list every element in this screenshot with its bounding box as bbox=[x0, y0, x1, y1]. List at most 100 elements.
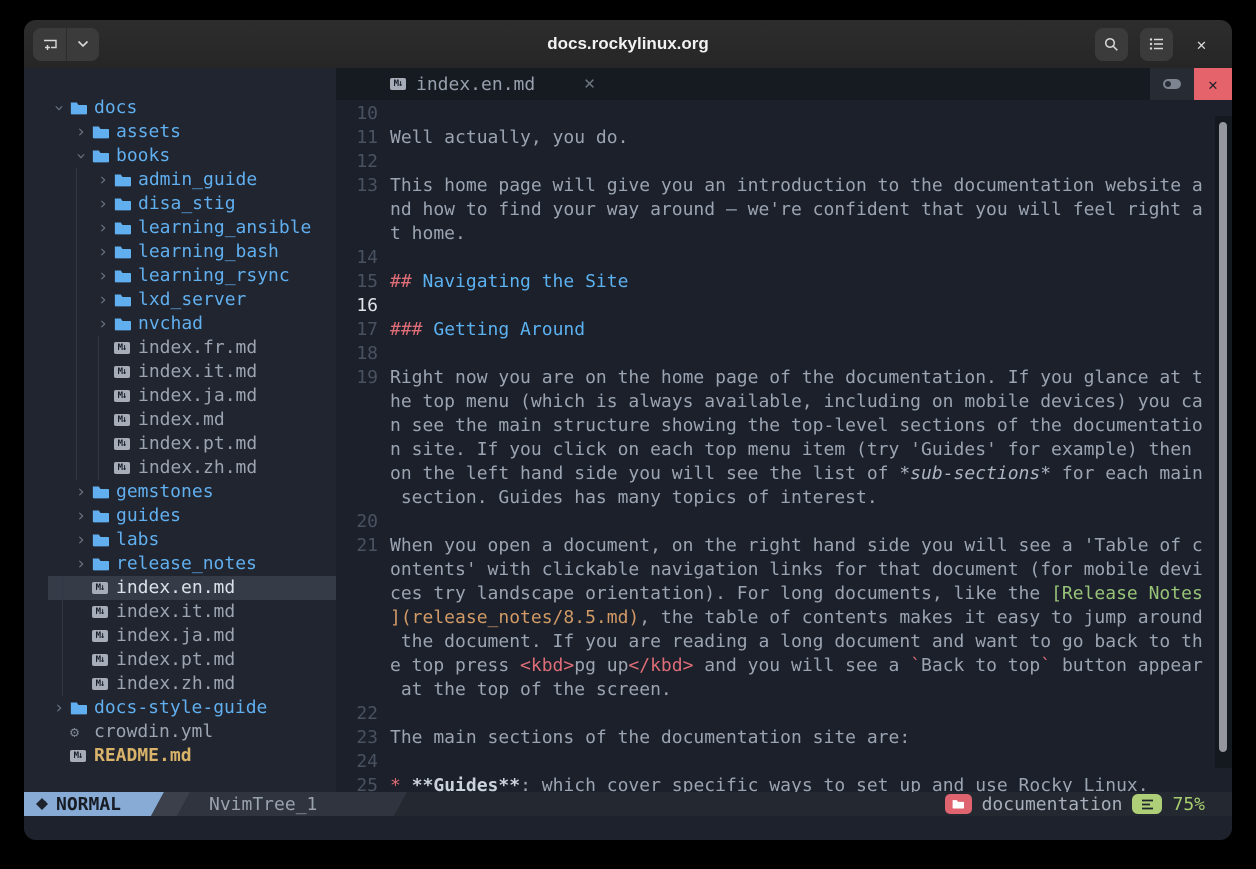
tree-item[interactable]: › books bbox=[24, 144, 336, 168]
tree-item[interactable]: › gemstones bbox=[24, 480, 336, 504]
editor-line[interactable]: 22 bbox=[336, 702, 1232, 726]
tree-item[interactable]: › lxd_server bbox=[24, 288, 336, 312]
editor-line[interactable]: 25 * **Guides**: which cover specific wa… bbox=[336, 774, 1232, 792]
chevron-icon[interactable]: › bbox=[70, 480, 92, 504]
main-menu-button[interactable] bbox=[1140, 28, 1173, 61]
editor-line[interactable]: section. Guides has many topics of inter… bbox=[336, 486, 1232, 510]
indent-guide bbox=[76, 360, 77, 384]
tree-item[interactable]: › learning_ansible bbox=[24, 216, 336, 240]
editor-line[interactable]: n site. If you click on each top menu it… bbox=[336, 438, 1232, 462]
tree-item[interactable]: M↓ index.pt.md bbox=[24, 432, 336, 456]
tree-item-label: learning_ansible bbox=[138, 216, 311, 240]
titlebar: docs.rockylinux.org ✕ bbox=[24, 20, 1232, 68]
theme-toggle-button[interactable] bbox=[1150, 68, 1194, 100]
tree-item[interactable]: › docs bbox=[24, 96, 336, 120]
scrollbar-thumb[interactable] bbox=[1219, 122, 1227, 752]
editor-line[interactable]: ontents' with clickable navigation links… bbox=[336, 558, 1232, 582]
editor-line[interactable]: he top menu (which is always available, … bbox=[336, 390, 1232, 414]
chevron-icon[interactable]: › bbox=[70, 528, 92, 552]
chevron-icon[interactable]: › bbox=[70, 120, 92, 144]
code-area[interactable]: 10 11 Well actually, you do. 12 13 This … bbox=[336, 100, 1232, 792]
chevron-icon[interactable]: › bbox=[69, 145, 93, 167]
new-tab-button[interactable] bbox=[33, 28, 66, 61]
line-number bbox=[336, 414, 378, 438]
editor-line[interactable]: 13 This home page will give you an intro… bbox=[336, 174, 1232, 198]
chevron-icon[interactable]: › bbox=[92, 288, 114, 312]
tree-item[interactable]: M↓ index.ja.md bbox=[24, 624, 336, 648]
chevron-icon[interactable]: › bbox=[70, 504, 92, 528]
tree-item-label: index.en.md bbox=[116, 576, 235, 600]
editor-line[interactable]: 12 bbox=[336, 150, 1232, 174]
vim-icon bbox=[36, 798, 48, 810]
editor-line[interactable]: 14 bbox=[336, 246, 1232, 270]
tree-item[interactable]: › learning_rsync bbox=[24, 264, 336, 288]
tree-item[interactable]: › admin_guide bbox=[24, 168, 336, 192]
editor-line[interactable]: 15 ## Navigating the Site bbox=[336, 270, 1232, 294]
line-text: at the top of the screen. bbox=[390, 678, 672, 702]
editor-line[interactable]: nd how to find your way around — we're c… bbox=[336, 198, 1232, 222]
line-number: 11 bbox=[336, 126, 378, 150]
tree-item[interactable]: M↓ index.it.md bbox=[24, 600, 336, 624]
tree-item[interactable]: › guides bbox=[24, 504, 336, 528]
editor-line[interactable]: 10 bbox=[336, 102, 1232, 126]
close-window-button[interactable]: ✕ bbox=[1185, 28, 1218, 61]
command-line[interactable] bbox=[24, 816, 1232, 840]
editor-line[interactable]: at the top of the screen. bbox=[336, 678, 1232, 702]
tree-item[interactable]: M↓ index.zh.md bbox=[24, 672, 336, 696]
editor-line[interactable]: ces try landscape orientation). For long… bbox=[336, 582, 1232, 606]
chevron-icon[interactable]: › bbox=[92, 168, 114, 192]
editor-line[interactable]: 11 Well actually, you do. bbox=[336, 126, 1232, 150]
chevron-icon[interactable]: › bbox=[92, 264, 114, 288]
editor-line[interactable]: 20 bbox=[336, 510, 1232, 534]
indent-guide bbox=[76, 216, 77, 240]
tree-item[interactable]: › docs-style-guide bbox=[24, 696, 336, 720]
buffer-close-button[interactable]: ✕ bbox=[577, 74, 602, 94]
tree-item[interactable]: › release_notes bbox=[24, 552, 336, 576]
line-number: 19 bbox=[336, 366, 378, 390]
chevron-icon[interactable]: › bbox=[70, 552, 92, 576]
line-text: nd how to find your way around — we're c… bbox=[390, 198, 1203, 222]
buffer-tab[interactable]: M↓ index.en.md ✕ bbox=[336, 74, 602, 95]
tree-item[interactable]: ⚙ crowdin.yml bbox=[24, 720, 336, 744]
editor-line[interactable]: on the left hand side you will see the l… bbox=[336, 462, 1232, 486]
chevron-icon[interactable]: › bbox=[92, 192, 114, 216]
folder-icon bbox=[114, 221, 131, 235]
editor-line[interactable]: t home. bbox=[336, 222, 1232, 246]
editor-line[interactable]: 18 bbox=[336, 342, 1232, 366]
indent-guide bbox=[76, 288, 77, 312]
editor-line[interactable]: 16 bbox=[336, 294, 1232, 318]
tree-item[interactable]: › disa_stig bbox=[24, 192, 336, 216]
chevron-icon[interactable]: › bbox=[48, 696, 70, 720]
tree-item[interactable]: M↓ index.md bbox=[24, 408, 336, 432]
editor-line[interactable]: 21 When you open a document, on the righ… bbox=[336, 534, 1232, 558]
editor-line[interactable]: 23 The main sections of the documentatio… bbox=[336, 726, 1232, 750]
tree-item[interactable]: › labs bbox=[24, 528, 336, 552]
close-all-button[interactable]: ✕ bbox=[1194, 68, 1232, 100]
line-text: ces try landscape orientation). For long… bbox=[390, 582, 1203, 606]
editor-line[interactable]: the document. If you are reading a long … bbox=[336, 630, 1232, 654]
tree-item[interactable]: M↓ index.it.md bbox=[24, 360, 336, 384]
chevron-icon[interactable]: › bbox=[92, 216, 114, 240]
search-button[interactable] bbox=[1095, 28, 1128, 61]
indent-guide bbox=[76, 432, 77, 456]
editor-line[interactable]: 17 ### Getting Around bbox=[336, 318, 1232, 342]
tree-item[interactable]: M↓ index.fr.md bbox=[24, 336, 336, 360]
tree-item[interactable]: M↓ index.zh.md bbox=[24, 456, 336, 480]
tree-item[interactable]: › nvchad bbox=[24, 312, 336, 336]
editor-line[interactable]: 19 Right now you are on the home page of… bbox=[336, 366, 1232, 390]
tree-item[interactable]: M↓ README.md bbox=[24, 744, 336, 768]
editor-line[interactable]: 24 bbox=[336, 750, 1232, 774]
tab-list-dropdown[interactable] bbox=[66, 28, 99, 61]
editor-line[interactable]: e top press <kbd>pg up</kbd> and you wil… bbox=[336, 654, 1232, 678]
chevron-icon[interactable]: › bbox=[47, 97, 71, 119]
tree-item[interactable]: M↓ index.ja.md bbox=[24, 384, 336, 408]
editor-line[interactable]: n see the main structure showing the top… bbox=[336, 414, 1232, 438]
chevron-icon[interactable]: › bbox=[92, 312, 114, 336]
markdown-icon: M↓ bbox=[114, 366, 130, 378]
tree-item[interactable]: › learning_bash bbox=[24, 240, 336, 264]
chevron-icon[interactable]: › bbox=[92, 240, 114, 264]
tree-item[interactable]: M↓ index.en.md bbox=[24, 576, 336, 600]
tree-item[interactable]: › assets bbox=[24, 120, 336, 144]
editor-line[interactable]: ](release_notes/8.5.md), the table of co… bbox=[336, 606, 1232, 630]
tree-item[interactable]: M↓ index.pt.md bbox=[24, 648, 336, 672]
